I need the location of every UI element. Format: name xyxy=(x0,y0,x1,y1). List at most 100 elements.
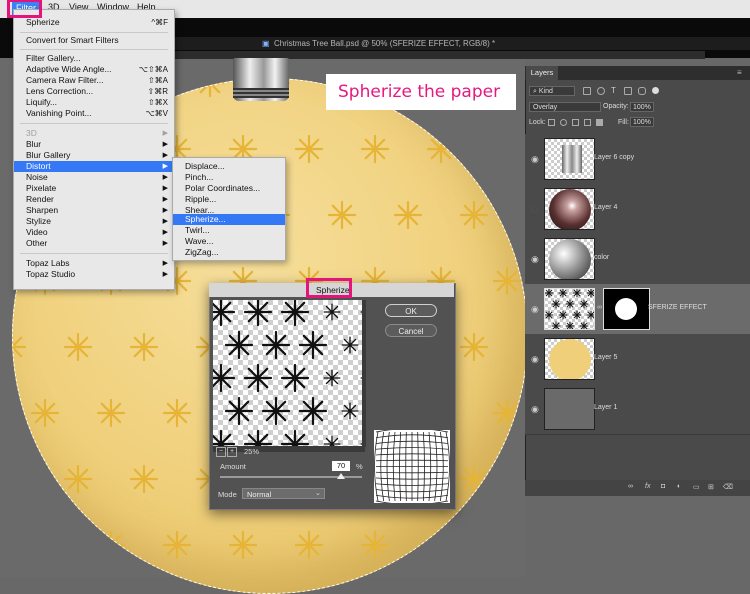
zoom-out-button[interactable]: − xyxy=(216,447,226,457)
title-highlight-box xyxy=(306,278,352,298)
preview-vertical-scrollbar[interactable] xyxy=(362,300,366,447)
amount-unit: % xyxy=(356,462,363,471)
submenu-arrow-icon: ▶ xyxy=(162,240,168,247)
filter-menu-item-sharpen[interactable]: Sharpen ▶ xyxy=(14,205,174,216)
layer-thumbnail xyxy=(544,288,595,330)
annotation-label: Spherize the paper xyxy=(326,74,516,110)
opacity-input[interactable]: 100% xyxy=(630,102,654,112)
layer-name: Layer 4 xyxy=(594,204,618,211)
panel-menu-icon[interactable]: ≡ xyxy=(737,68,742,77)
fill-input[interactable]: 100% xyxy=(630,117,654,127)
link-icon[interactable]: ∞ xyxy=(597,304,602,311)
mode-select[interactable]: Normal xyxy=(242,488,325,499)
eye-icon[interactable]: ◉ xyxy=(531,254,539,265)
group-icon[interactable]: ▭ xyxy=(693,483,700,491)
layer-row[interactable]: □ Layer 4 xyxy=(525,184,750,235)
pixel-filter-icon[interactable] xyxy=(583,87,591,95)
distort-item-ripple[interactable]: Ripple... xyxy=(173,194,285,205)
filter-kind-select[interactable]: ⌕ Kind xyxy=(529,86,575,96)
filter-menu-item-topaz-labs[interactable]: Topaz Labs ▶ xyxy=(14,258,174,269)
submenu-arrow-icon: ▶ xyxy=(162,271,168,278)
submenu-arrow-icon: ▶ xyxy=(162,196,168,203)
layer-row[interactable]: ◉ Layer 1 xyxy=(525,384,750,435)
distort-item-displace[interactable]: Displace... xyxy=(173,161,285,172)
submenu-arrow-icon: ▶ xyxy=(162,130,168,137)
shape-filter-icon[interactable] xyxy=(624,87,632,95)
filter-menu-item-video[interactable]: Video ▶ xyxy=(14,227,174,238)
filter-menu-item-render[interactable]: Render ▶ xyxy=(14,194,174,205)
amount-label: Amount xyxy=(220,462,246,471)
distort-item-polar[interactable]: Polar Coordinates... xyxy=(173,183,285,194)
new-layer-icon[interactable]: ⊞ xyxy=(708,483,714,491)
tab-layers[interactable]: Layers xyxy=(526,66,558,80)
chevron-down-icon: ⌄ xyxy=(315,490,321,497)
eye-icon[interactable]: ◉ xyxy=(531,304,539,315)
zoom-in-button[interactable]: + xyxy=(227,447,237,457)
ok-button[interactable]: OK xyxy=(385,304,437,317)
menu-separator xyxy=(20,123,168,124)
eye-hidden-icon[interactable]: □ xyxy=(531,204,536,214)
filter-menu-item-lens[interactable]: Lens Correction... ⇧⌘R xyxy=(14,86,174,97)
cancel-button[interactable]: Cancel xyxy=(385,324,437,337)
layer-mask-thumbnail[interactable] xyxy=(603,288,650,330)
layer-thumbnail xyxy=(544,388,595,430)
eye-icon[interactable]: ◉ xyxy=(531,354,539,365)
layer-row[interactable]: ◉ color xyxy=(525,234,750,285)
submenu-arrow-icon: ▶ xyxy=(162,163,168,170)
layer-row[interactable]: ◉ Layer 5 xyxy=(525,334,750,385)
trash-icon[interactable]: ⌫ xyxy=(723,483,733,491)
layer-row-active[interactable]: ◉ ∞ SFERIZE EFFECT xyxy=(525,284,750,335)
filter-menu-item-liquify[interactable]: Liquify... ⇧⌘X xyxy=(14,97,174,108)
filter-menu-item-blur-gallery[interactable]: Blur Gallery ▶ xyxy=(14,150,174,161)
filter-menu-item-distort[interactable]: Distort ▶ xyxy=(14,161,174,172)
layer-star-thumbnail xyxy=(545,289,594,329)
adjustment-filter-icon[interactable] xyxy=(597,87,605,95)
layer-row[interactable]: ◉ Layer 6 copy xyxy=(525,134,750,185)
amount-slider-thumb[interactable] xyxy=(336,473,345,479)
lock-all-icon[interactable] xyxy=(596,119,603,126)
filter-menu-item-pixelate[interactable]: Pixelate ▶ xyxy=(14,183,174,194)
filter-menu-item-camera-raw[interactable]: Camera Raw Filter... ⇧⌘A xyxy=(14,75,174,86)
submenu-arrow-icon: ▶ xyxy=(162,152,168,159)
filter-toggle-icon[interactable] xyxy=(652,87,659,94)
layer-name: SFERIZE EFFECT xyxy=(648,304,707,311)
layer-name: Layer 1 xyxy=(594,404,618,411)
document-tab-title: Christmas Tree Ball.psd @ 50% (SFERIZE E… xyxy=(274,39,496,48)
amount-input[interactable]: 70 xyxy=(332,461,350,471)
filter-menu-item-noise[interactable]: Noise ▶ xyxy=(14,172,174,183)
layer-style-icon[interactable]: fx xyxy=(645,483,650,490)
filter-menu-item-blur[interactable]: Blur ▶ xyxy=(14,139,174,150)
filter-preview[interactable] xyxy=(213,300,365,447)
layers-panel-tabbar xyxy=(525,66,750,80)
distort-item-wave[interactable]: Wave... xyxy=(173,236,285,247)
lock-transparent-icon[interactable] xyxy=(548,119,555,126)
layer-thumbnail xyxy=(544,238,595,280)
add-mask-icon[interactable]: ◘ xyxy=(661,483,665,490)
blend-mode-select[interactable]: Overlay xyxy=(529,102,601,112)
distort-item-pinch[interactable]: Pinch... xyxy=(173,172,285,183)
smart-object-filter-icon[interactable] xyxy=(638,87,646,95)
lock-position-icon[interactable] xyxy=(572,119,579,126)
distort-item-zigzag[interactable]: ZigZag... xyxy=(173,247,285,258)
eye-icon[interactable]: ◉ xyxy=(531,154,539,165)
filter-menu-item-other[interactable]: Other ▶ xyxy=(14,238,174,249)
lock-image-icon[interactable] xyxy=(560,119,567,126)
submenu-arrow-icon: ▶ xyxy=(162,174,168,181)
filter-menu-item-adaptive[interactable]: Adaptive Wide Angle... ⌥⇧⌘A xyxy=(14,64,174,75)
distort-item-spherize[interactable]: Spherize... xyxy=(173,214,285,225)
filter-menu-item-convert[interactable]: Convert for Smart Filters xyxy=(14,35,174,46)
filter-menu-item-vanishing[interactable]: Vanishing Point... ⌥⌘V xyxy=(14,108,174,119)
type-filter-icon[interactable]: T xyxy=(611,86,616,95)
ornament-cap-ridges xyxy=(233,88,289,98)
filter-menu-item-stylize[interactable]: Stylize ▶ xyxy=(14,216,174,227)
eye-icon[interactable]: ◉ xyxy=(531,404,539,415)
filter-menu-item-topaz-studio[interactable]: Topaz Studio ▶ xyxy=(14,269,174,280)
adjustment-layer-icon[interactable]: ◐ xyxy=(677,483,681,490)
filter-menu: Spherize ^⌘F Convert for Smart Filters F… xyxy=(13,9,175,290)
filter-menu-item-spherize[interactable]: Spherize ^⌘F xyxy=(14,17,174,28)
fill-label: Fill: xyxy=(618,119,629,126)
link-layers-icon[interactable]: ∞ xyxy=(628,483,633,490)
distort-item-twirl[interactable]: Twirl... xyxy=(173,225,285,236)
lock-artboard-icon[interactable] xyxy=(584,119,591,126)
filter-menu-item-gallery[interactable]: Filter Gallery... xyxy=(14,53,174,64)
